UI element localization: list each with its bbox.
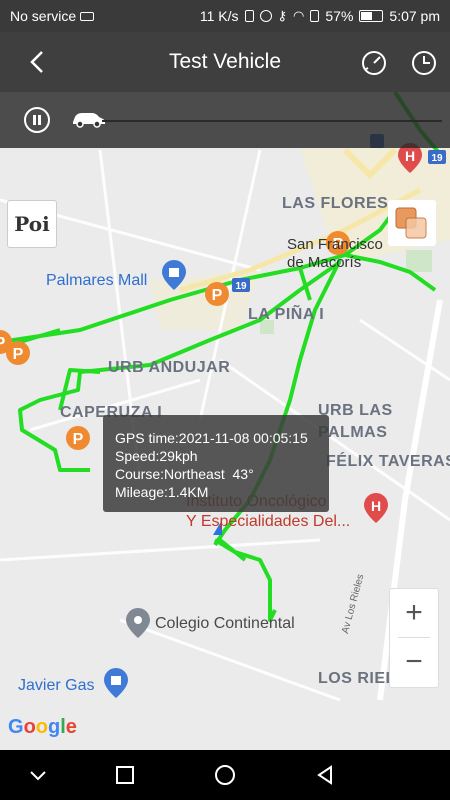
key-icon: ⚷ — [277, 8, 288, 23]
playback-slider[interactable] — [102, 120, 442, 122]
area-label: LAS FLORES — [282, 195, 389, 212]
speed-text: Speed:29kph — [115, 448, 198, 464]
battery-icon — [359, 10, 384, 22]
svg-text:P: P — [0, 335, 6, 352]
svg-text:H: H — [405, 148, 415, 164]
sim-icon — [80, 11, 95, 21]
alert-icon — [310, 10, 320, 22]
poi-button[interactable]: Poi — [7, 200, 57, 248]
triangle-back-icon[interactable] — [313, 763, 337, 787]
area-label: FÉLIX TAVERAS — [326, 453, 450, 470]
zoom-controls: + − — [389, 588, 439, 688]
gps-time-text: GPS time:2021-11-08 00:05:15 — [115, 430, 308, 446]
clock-icon[interactable] — [410, 49, 438, 77]
chevron-down-icon[interactable] — [26, 763, 50, 787]
pause-icon[interactable] — [24, 107, 50, 133]
area-label: LOS RIEL — [318, 670, 396, 687]
car-icon[interactable] — [70, 110, 106, 128]
carrier-text: No service — [10, 8, 77, 24]
svg-text:P: P — [13, 346, 24, 363]
speedometer-icon[interactable] — [360, 49, 388, 77]
area-label: URB LAS PALMAS — [318, 402, 393, 441]
layers-icon — [395, 207, 427, 239]
place-label-palmares: Palmares Mall — [46, 272, 148, 289]
battery-percent: 57% — [325, 8, 354, 24]
network-speed: 11 K/s — [199, 8, 239, 24]
wifi-icon: ◠ — [293, 8, 305, 23]
playback-bar — [0, 92, 450, 148]
gps-info-popup: GPS time:2021-11-08 00:05:15 Speed:29kph… — [103, 415, 329, 512]
clock-time: 5:07 pm — [389, 8, 440, 24]
place-label-colegio: Colegio Continental — [155, 615, 295, 632]
system-nav-bar — [0, 750, 450, 800]
area-label: URB ANDUJAR — [108, 359, 231, 376]
svg-text:19: 19 — [431, 153, 443, 164]
map-layers-button[interactable] — [388, 200, 436, 246]
circle-home-icon[interactable] — [213, 763, 237, 787]
google-logo: Google — [8, 716, 77, 738]
square-recents-icon[interactable] — [113, 763, 137, 787]
area-label: LA PIÑA I — [248, 306, 325, 323]
svg-text:H: H — [371, 498, 381, 514]
zoom-in-button[interactable]: + — [390, 589, 438, 637]
status-bar: No service 11 K/s ⚷ ◠ 57% 5:07 pm — [0, 0, 450, 32]
zoom-out-button[interactable]: − — [390, 638, 438, 686]
svg-text:19: 19 — [235, 281, 247, 292]
alarm-icon — [259, 10, 272, 22]
course-text: Course:Northeast 43° — [115, 466, 254, 482]
mileage-text: Mileage:1.4KM — [115, 484, 209, 500]
city-label: San Francisco de Macorís — [287, 236, 383, 271]
vibrate-icon — [244, 10, 254, 22]
svg-text:P: P — [73, 431, 84, 448]
svg-text:P: P — [212, 287, 223, 304]
place-label-javier-gas: Javier Gas — [18, 677, 95, 694]
app-header: Test Vehicle — [0, 32, 450, 92]
